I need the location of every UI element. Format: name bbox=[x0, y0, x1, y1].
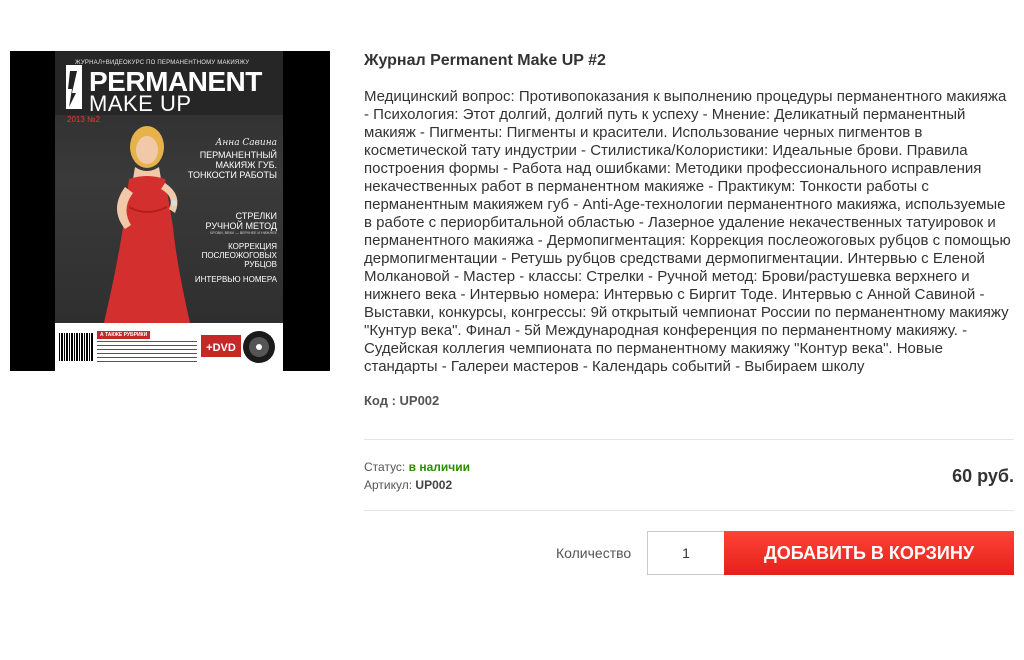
stock-status: Статус: в наличии bbox=[364, 460, 470, 474]
cover-headlines: Анна Савина ПЕРМАНЕНТНЫЙ МАКИЯЖ ГУБ. ТОН… bbox=[187, 139, 277, 284]
cover-headline-lips: ПЕРМАНЕНТНЫЙ МАКИЯЖ ГУБ. ТОНКОСТИ РАБОТЫ bbox=[187, 150, 277, 180]
cover-also-list bbox=[97, 341, 197, 363]
product-price: 60 руб. bbox=[952, 466, 1014, 486]
cover-headline-correction: КОРРЕКЦИЯ ПОСЛЕОЖОГОВЫХ РУБЦОВ bbox=[201, 241, 277, 269]
add-to-cart-button[interactable]: Добавить в корзину bbox=[724, 531, 1014, 575]
product-code: Код : UP002 bbox=[364, 393, 440, 408]
brand-logo-icon bbox=[66, 65, 82, 109]
cover-also-label: А ТАКЖЕ РУБРИКИ bbox=[97, 331, 151, 339]
magazine-cover: ЖУРНАЛ+ВИДЕОКУРС ПО ПЕРМАНЕНТНОМУ МАКИЯЖ… bbox=[55, 51, 283, 371]
cover-headline-manual-sub: БРОВИ, ВЕКИ — ВЕРХНЕЕ И НИЖНЕЕ bbox=[210, 231, 277, 235]
sku-value: UP002 bbox=[415, 478, 453, 492]
product-description: Медицинский вопрос: Противопоказания к в… bbox=[364, 88, 1011, 375]
stock-status-value: в наличии bbox=[408, 460, 470, 474]
product-title: Журнал Permanent Make UP #2 bbox=[364, 52, 606, 69]
product-image[interactable]: ЖУРНАЛ+ВИДЕОКУРС ПО ПЕРМАНЕНТНОМУ МАКИЯЖ… bbox=[10, 51, 330, 371]
divider-bottom bbox=[364, 510, 1014, 511]
dvd-label: +DVD bbox=[206, 342, 236, 354]
divider-top bbox=[364, 439, 1014, 440]
quantity-label: Количество bbox=[556, 545, 632, 561]
quantity-input[interactable] bbox=[647, 531, 725, 575]
cover-headline-arrows: СТРЕЛКИ bbox=[235, 211, 277, 221]
cover-headline-interview: ИНТЕРВЬЮ НОМЕРА bbox=[194, 274, 277, 284]
barcode-icon bbox=[59, 333, 93, 361]
cover-headline-manual: РУЧНОЙ МЕТОД bbox=[205, 221, 277, 231]
dvd-icon: +DVD bbox=[201, 331, 275, 363]
stock-status-label: Статус: bbox=[364, 460, 406, 474]
sku-label: Артикул: bbox=[364, 478, 413, 492]
cover-signature: Анна Савина bbox=[215, 138, 277, 148]
cover-brand-sub: MAKE UP bbox=[89, 91, 192, 116]
sku: Артикул: UP002 bbox=[364, 478, 452, 492]
